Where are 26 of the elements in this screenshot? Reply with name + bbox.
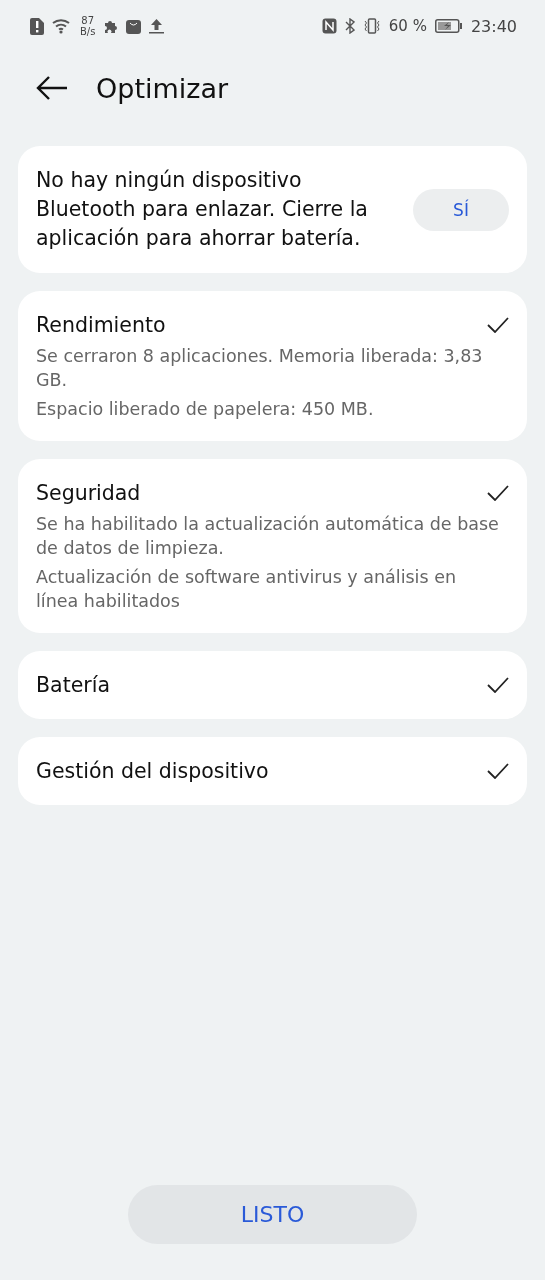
battery-charging-icon (434, 19, 463, 33)
alert-icon (30, 17, 44, 35)
puzzle-icon (103, 18, 119, 34)
section-title: Gestión del dispositivo (36, 758, 269, 785)
back-arrow-icon[interactable] (36, 76, 68, 100)
page-title: Optimizar (96, 72, 229, 104)
bluetooth-icon (344, 18, 355, 34)
vibrate-icon (362, 18, 381, 34)
wifi-icon (52, 18, 72, 34)
bag-icon (126, 18, 142, 34)
battery-percent: 60 % (388, 17, 427, 35)
section-title: Batería (36, 672, 110, 699)
section-detail: Se ha habilitado la actualización automática de base de datos de limpieza. (36, 513, 500, 560)
section-detail: Actualización de software antivirus y análisis en línea habilitados (36, 566, 458, 613)
section-title: Seguridad (36, 480, 141, 507)
clock: 23:40 (470, 16, 517, 36)
done-button[interactable]: LISTO (128, 1185, 417, 1244)
section-detail: Se cerraron 8 aplicaciones. Memoria liberada: 3,83 GB. (36, 345, 484, 392)
upload-icon (149, 18, 165, 34)
section-title: Rendimiento (36, 312, 166, 339)
net-speed: 87 (81, 15, 95, 26)
yes-button[interactable]: SÍ (413, 188, 509, 231)
section-detail: Espacio liberado de papelera: 450 MB. (36, 398, 375, 421)
nfc-icon (321, 18, 337, 34)
net-unit: B/s (80, 26, 96, 37)
bluetooth-message: No hay ningún dispositivo Bluetooth para enlazar. Cierre la aplicación para ahorrar batería. (36, 167, 369, 252)
